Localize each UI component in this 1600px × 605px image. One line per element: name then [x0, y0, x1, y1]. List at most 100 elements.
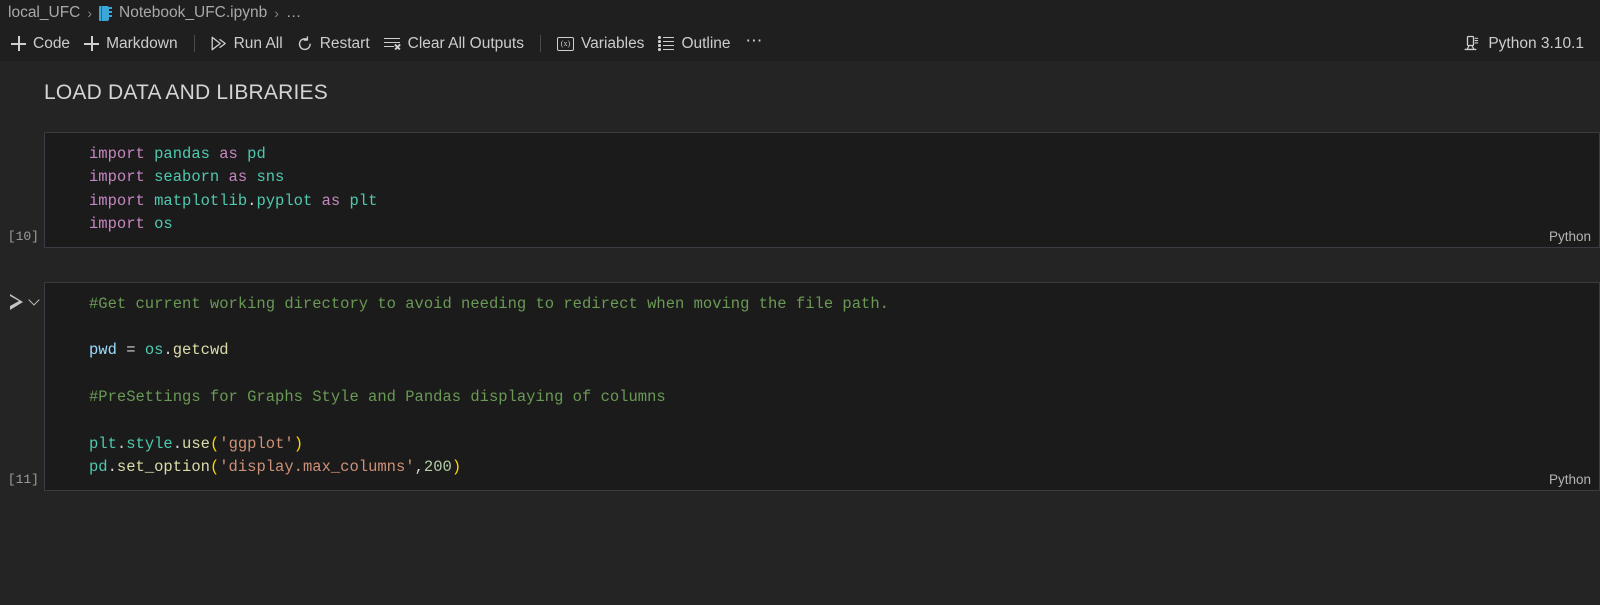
cell-gutter-2: [11]	[0, 282, 44, 491]
code-content-1[interactable]: import pandas as pd import seaborn as sns…	[45, 133, 1599, 247]
kernel-icon	[1463, 35, 1480, 52]
code-line: #PreSettings for Graphs Style and Pandas…	[89, 386, 1599, 409]
code-token: 'display.max_columns'	[219, 458, 415, 477]
clear-all-outputs-button[interactable]: Clear All Outputs	[377, 32, 531, 56]
kernel-label: Python 3.10.1	[1488, 34, 1584, 52]
breadcrumb-item-notebook[interactable]: Notebook_UFC.ipynb	[119, 4, 267, 22]
code-token: set_option	[116, 458, 210, 477]
code-token: )	[451, 458, 462, 477]
chevron-down-icon[interactable]	[30, 296, 39, 305]
code-token: =	[116, 341, 145, 360]
code-token: pandas	[154, 145, 220, 163]
add-code-cell-button[interactable]: Code	[4, 32, 77, 56]
code-line: pwd = os.getcwd	[89, 339, 1599, 362]
restart-kernel-button[interactable]: Restart	[290, 32, 377, 56]
code-token: 'ggplot'	[219, 435, 294, 454]
code-cell-2-editor[interactable]: #Get current working directory to avoid …	[44, 281, 1600, 491]
variables-button[interactable]: (x) Variables	[550, 32, 651, 56]
toolbar-divider-2	[539, 35, 541, 52]
kernel-selector-button[interactable]: Python 3.10.1	[1457, 32, 1590, 56]
outline-label: Outline	[681, 34, 731, 52]
breadcrumb-item-ellipsis[interactable]: …	[286, 4, 302, 22]
code-token: 200	[423, 458, 452, 477]
code-token: .	[116, 435, 127, 454]
run-all-label: Run All	[233, 34, 283, 52]
restart-label: Restart	[319, 34, 370, 52]
add-code-cell-label: Code	[33, 34, 71, 52]
cell-gap	[0, 248, 1600, 282]
code-token: #PreSettings for Graphs Style and Pandas…	[89, 388, 666, 407]
code-line: import os	[89, 213, 1599, 236]
code-token: os	[154, 215, 173, 234]
code-token: (	[209, 435, 220, 454]
code-token: import	[89, 191, 155, 210]
code-line: #Get current working directory to avoid …	[89, 293, 1599, 316]
code-token: matplotlib	[154, 191, 248, 210]
cell-language-1[interactable]: Python	[1549, 229, 1591, 244]
outline-button[interactable]: Outline	[651, 32, 737, 56]
plus-icon	[84, 36, 100, 51]
run-all-button[interactable]: Run All	[204, 32, 290, 56]
code-token: .	[163, 341, 173, 360]
cell-gutter-1: [10]	[0, 132, 44, 248]
code-token: style	[126, 435, 173, 454]
code-line: import seaborn as sns	[89, 166, 1599, 189]
code-token: .	[107, 458, 117, 477]
notebook-canvas: LOAD DATA AND LIBRARIES [10] import pand…	[0, 61, 1600, 605]
code-cell-2[interactable]: [11] #Get current working directory to a…	[0, 281, 1600, 491]
more-horizontal-icon: ⋯	[745, 30, 764, 50]
code-token: pyplot	[256, 191, 322, 210]
clear-outputs-icon	[383, 37, 401, 51]
add-markdown-cell-label: Markdown	[106, 34, 178, 52]
code-token: )	[293, 435, 303, 454]
notebook-icon	[99, 5, 113, 21]
code-token: import	[89, 168, 155, 187]
breadcrumb: local_UFC › Notebook_UFC.ipynb › …	[0, 0, 1600, 26]
execution-count-2: [11]	[7, 471, 39, 487]
plus-icon	[11, 36, 26, 51]
code-line: import pandas as pd	[89, 143, 1599, 166]
code-cell-1[interactable]: [10] import pandas as pd import seaborn a…	[0, 132, 1600, 248]
code-token: import	[89, 145, 155, 163]
code-token: as	[321, 191, 350, 210]
code-content-2[interactable]: #Get current working directory to avoid …	[45, 283, 1599, 490]
toolbar-divider	[193, 35, 195, 52]
code-token: #Get current working directory to avoid …	[89, 294, 889, 313]
run-cell-button[interactable]	[8, 293, 26, 311]
code-token: use	[182, 435, 210, 454]
code-token: sns	[256, 168, 285, 187]
run-all-icon	[211, 36, 227, 51]
code-token: seaborn	[154, 168, 229, 187]
execution-count-1: [10]	[7, 228, 39, 244]
code-token: plt	[89, 435, 117, 454]
markdown-cell[interactable]: LOAD DATA AND LIBRARIES	[0, 61, 1600, 105]
code-token: (	[209, 458, 220, 477]
clear-all-outputs-label: Clear All Outputs	[407, 34, 524, 52]
breadcrumb-separator-icon: ›	[87, 5, 93, 21]
code-token: as	[228, 168, 257, 187]
code-cell-1-editor[interactable]: import pandas as pd import seaborn as sns…	[44, 132, 1600, 248]
code-token: pwd	[89, 341, 117, 360]
code-token: import	[89, 215, 155, 234]
code-token: ,	[414, 458, 424, 477]
code-token: pd	[89, 458, 108, 477]
code-token: .	[172, 435, 183, 454]
code-line: pd.set_option('display.max_columns',200)	[89, 456, 1599, 479]
code-line: plt.style.use('ggplot')	[89, 433, 1599, 456]
variables-label: Variables	[580, 34, 645, 52]
variables-icon: (x)	[556, 36, 574, 51]
code-token: getcwd	[172, 341, 229, 360]
cell-language-2[interactable]: Python	[1549, 472, 1591, 487]
breadcrumb-separator-icon-2: ›	[274, 5, 279, 21]
notebook-toolbar: Code Markdown Run All Restart Clear All	[0, 26, 1600, 61]
add-markdown-cell-button[interactable]: Markdown	[77, 32, 185, 56]
restart-icon	[297, 35, 313, 52]
breadcrumb-item-folder[interactable]: local_UFC	[8, 4, 80, 22]
more-actions-button[interactable]: ⋯	[738, 30, 772, 55]
code-line: import matplotlib.pyplot as plt	[89, 190, 1599, 213]
markdown-heading: LOAD DATA AND LIBRARIES	[44, 81, 328, 104]
